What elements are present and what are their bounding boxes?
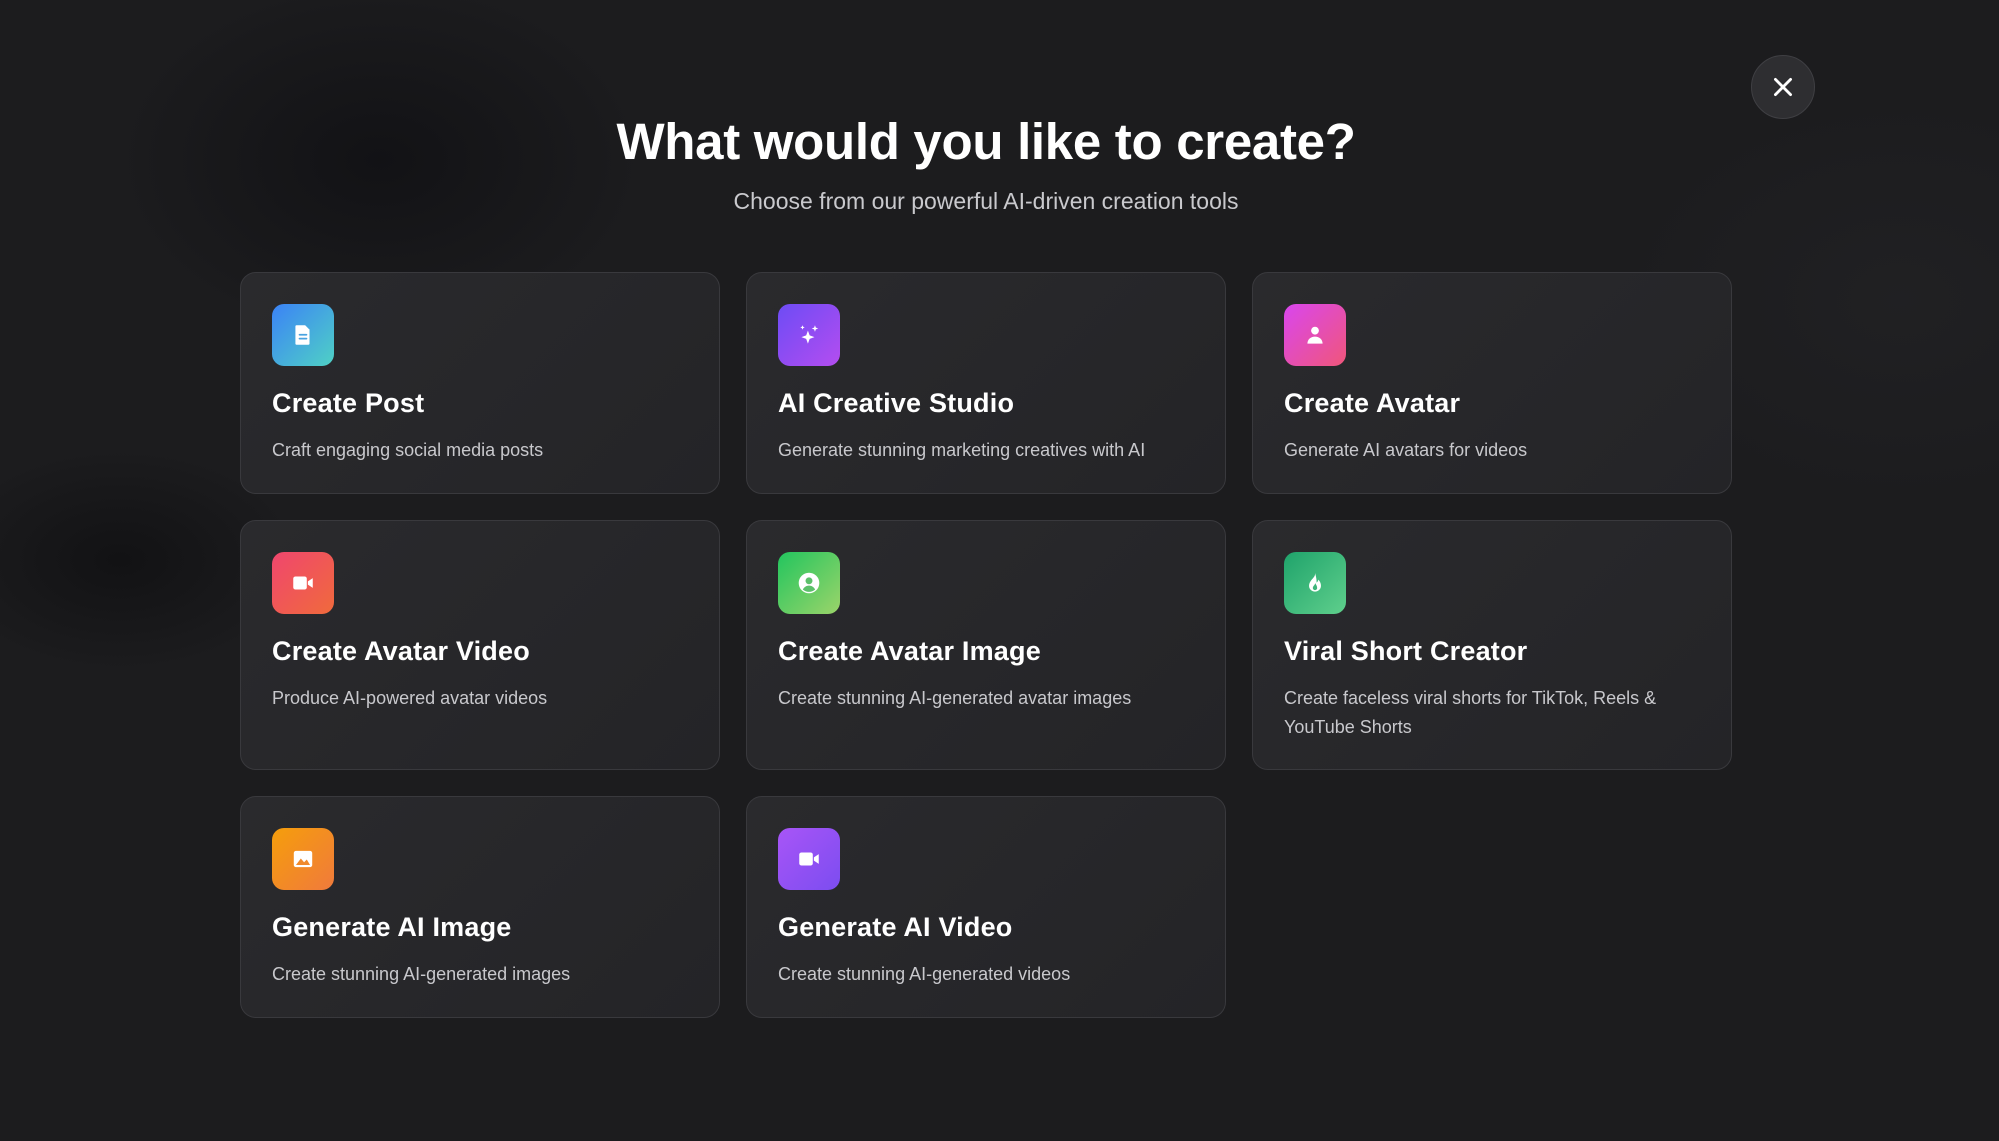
viral-short-creator-icon-box — [1284, 552, 1346, 614]
card-description: Create stunning AI-generated videos — [778, 964, 1071, 984]
card-title: Create Avatar Image — [778, 636, 1041, 666]
create-avatar-image-icon-box — [778, 552, 840, 614]
card-title: Generate AI Image — [272, 912, 512, 942]
card-title: Create Post — [272, 388, 425, 418]
page-subtitle: Choose from our powerful AI-driven creat… — [733, 188, 1239, 214]
card-description: Create faceless viral shorts for TikTok,… — [1284, 688, 1657, 737]
card-description: Generate AI avatars for videos — [1284, 440, 1528, 460]
close-icon — [1774, 78, 1792, 96]
card-create-avatar-image[interactable]: Create Avatar Image Create stunning AI-g… — [746, 520, 1226, 770]
flame-icon — [1309, 572, 1321, 592]
page-title: What would you like to create? — [616, 113, 1356, 170]
generate-ai-video-icon-box — [778, 828, 840, 890]
card-title: Create Avatar Video — [272, 636, 530, 666]
close-button[interactable] — [1751, 55, 1815, 119]
card-title: Create Avatar — [1284, 388, 1461, 418]
card-description: Create stunning AI-generated avatar imag… — [778, 688, 1132, 708]
card-create-post[interactable]: Create Post Craft engaging social media … — [240, 272, 720, 494]
image-icon — [293, 850, 313, 868]
video-camera-icon — [293, 576, 313, 590]
card-ai-creative-studio[interactable]: AI Creative Studio Generate stunning mar… — [746, 272, 1226, 494]
card-generate-ai-image[interactable]: Generate AI Image Create stunning AI-gen… — [240, 796, 720, 1018]
create-post-icon-box — [272, 304, 334, 366]
card-create-avatar[interactable]: Create Avatar Generate AI avatars for vi… — [1252, 272, 1732, 494]
card-description: Generate stunning marketing creatives wi… — [778, 440, 1146, 460]
video-camera-icon — [799, 852, 819, 866]
card-viral-short-creator[interactable]: Viral Short Creator Create faceless vira… — [1252, 520, 1732, 770]
sparkles-icon — [800, 325, 819, 344]
create-avatar-icon-box — [1284, 304, 1346, 366]
card-create-avatar-video[interactable]: Create Avatar Video Produce AI-powered a… — [240, 520, 720, 770]
user-circle-icon — [798, 572, 820, 594]
create-avatar-video-icon-box — [272, 552, 334, 614]
generate-ai-image-icon-box — [272, 828, 334, 890]
card-title: Viral Short Creator — [1284, 636, 1528, 666]
ai-creative-studio-icon-box — [778, 304, 840, 366]
creation-tools-grid: Create Post Craft engaging social media … — [240, 272, 1733, 1018]
card-generate-ai-video[interactable]: Generate AI Video Create stunning AI-gen… — [746, 796, 1226, 1018]
card-description: Produce AI-powered avatar videos — [272, 688, 548, 708]
card-title: AI Creative Studio — [778, 388, 1015, 418]
card-title: Generate AI Video — [778, 912, 1013, 942]
create-modal-overlay: What would you like to create? Choose fr… — [0, 0, 1999, 1141]
document-icon — [295, 325, 310, 345]
card-description: Craft engaging social media posts — [272, 440, 544, 460]
user-icon — [1307, 326, 1323, 344]
card-description: Create stunning AI-generated images — [272, 964, 571, 984]
